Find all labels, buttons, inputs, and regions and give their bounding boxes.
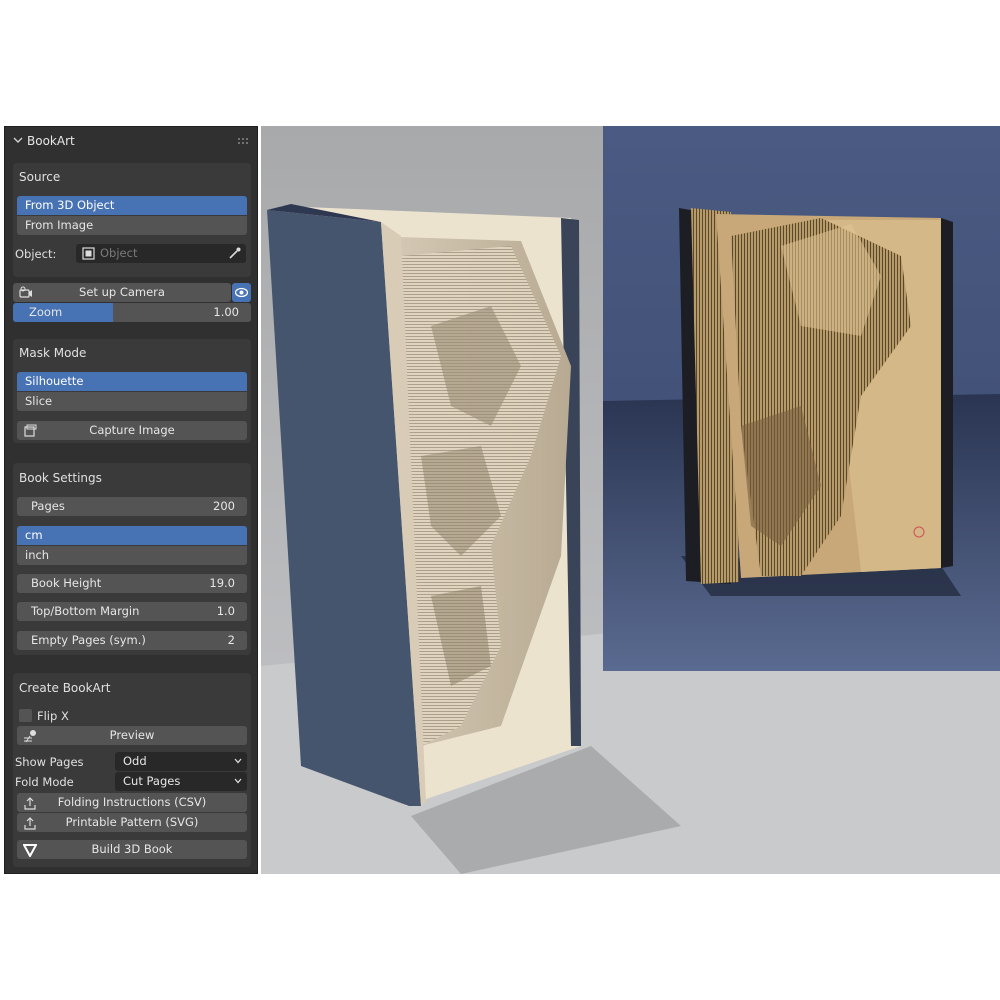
create-bookart-heading: Create BookArt xyxy=(19,681,111,695)
csv-label: Folding Instructions (CSV) xyxy=(57,795,207,809)
export-icon xyxy=(24,817,36,830)
capture-icon xyxy=(24,424,37,437)
drag-handle-icon[interactable] xyxy=(237,137,249,145)
capture-image-button[interactable]: Capture Image xyxy=(17,421,247,440)
setup-camera-button[interactable]: Set up Camera xyxy=(13,283,231,302)
book-sculpture-image xyxy=(261,126,1000,874)
build-3d-book-button[interactable]: Build 3D Book xyxy=(17,840,247,859)
empty-pages-field[interactable]: Empty Pages (sym.) 2 xyxy=(17,631,247,650)
object-placeholder: Object xyxy=(100,246,138,260)
object-field[interactable]: Object xyxy=(76,244,246,263)
mask-option-silhouette[interactable]: Silhouette xyxy=(17,372,247,391)
chevron-down-icon[interactable] xyxy=(13,135,23,145)
chevron-down-icon xyxy=(234,758,242,764)
preview-button[interactable]: Preview xyxy=(17,726,247,745)
book-height-value: 19.0 xyxy=(209,576,235,590)
empty-pages-label: Empty Pages (sym.) xyxy=(31,633,146,647)
zoom-fill xyxy=(13,303,113,322)
show-pages-dropdown[interactable]: Odd xyxy=(115,752,247,771)
bookart-photo xyxy=(261,126,1000,874)
camera-visibility-toggle[interactable] xyxy=(232,283,251,302)
mask-mode-box: Mask Mode Silhouette Slice Capture Image xyxy=(13,339,251,443)
object-box-icon xyxy=(82,247,95,260)
camera-icon xyxy=(19,286,32,298)
zoom-slider[interactable]: Zoom 1.00 xyxy=(13,303,251,322)
preview-icon xyxy=(24,730,36,743)
unit-option-inch[interactable]: inch xyxy=(17,546,247,565)
bookart-panel: BookArt Source From 3D Object From Image… xyxy=(4,126,258,874)
chevron-down-icon xyxy=(234,778,242,784)
fold-mode-label: Fold Mode xyxy=(15,775,74,789)
create-bookart-box: Create BookArt Flip X Preview Show Pages… xyxy=(13,673,251,867)
capture-image-label: Capture Image xyxy=(89,423,175,437)
object-label: Object: xyxy=(15,247,57,261)
option-label: cm xyxy=(25,528,43,542)
show-pages-label: Show Pages xyxy=(15,755,84,769)
show-pages-value: Odd xyxy=(123,754,147,768)
flip-x-label: Flip X xyxy=(37,709,69,723)
export-svg-button[interactable]: Printable Pattern (SVG) xyxy=(17,813,247,832)
book-settings-box: Book Settings Pages 200 cm inch Book Hei… xyxy=(13,463,251,655)
option-label: inch xyxy=(25,548,50,562)
flip-x-checkbox[interactable] xyxy=(19,709,32,722)
panel-header[interactable]: BookArt xyxy=(5,127,257,155)
export-csv-button[interactable]: Folding Instructions (CSV) xyxy=(17,793,247,812)
pages-value: 200 xyxy=(213,499,235,513)
book-settings-heading: Book Settings xyxy=(19,471,102,485)
source-box: Source From 3D Object From Image Object:… xyxy=(13,163,251,277)
eye-icon xyxy=(235,287,248,298)
option-label: Slice xyxy=(25,394,53,408)
panel-title: BookArt xyxy=(27,134,75,148)
preview-label: Preview xyxy=(109,728,155,742)
empty-pages-value: 2 xyxy=(227,633,235,647)
pages-label: Pages xyxy=(31,499,65,513)
zoom-value: 1.00 xyxy=(213,305,239,319)
margin-field[interactable]: Top/Bottom Margin 1.0 xyxy=(17,602,247,621)
source-heading: Source xyxy=(19,170,61,184)
source-option-image[interactable]: From Image xyxy=(17,216,247,235)
eyedropper-icon[interactable] xyxy=(228,246,242,260)
mask-option-slice[interactable]: Slice xyxy=(17,392,247,411)
svg-label: Printable Pattern (SVG) xyxy=(65,815,199,829)
pages-field[interactable]: Pages 200 xyxy=(17,497,247,516)
option-label: Silhouette xyxy=(25,374,84,388)
fold-mode-dropdown[interactable]: Cut Pages xyxy=(115,772,247,791)
book-height-field[interactable]: Book Height 19.0 xyxy=(17,574,247,593)
build-icon xyxy=(23,844,37,857)
margin-value: 1.0 xyxy=(216,604,235,618)
setup-camera-label: Set up Camera xyxy=(79,285,165,299)
option-label: From Image xyxy=(25,218,94,232)
build-3d-book-label: Build 3D Book xyxy=(91,842,173,856)
source-option-3d-object[interactable]: From 3D Object xyxy=(17,196,247,215)
fold-mode-value: Cut Pages xyxy=(123,774,181,788)
zoom-label: Zoom xyxy=(29,305,63,319)
option-label: From 3D Object xyxy=(25,198,115,212)
mask-mode-heading: Mask Mode xyxy=(19,346,87,360)
book-height-label: Book Height xyxy=(31,576,102,590)
unit-option-cm[interactable]: cm xyxy=(17,526,247,545)
export-icon xyxy=(24,797,36,810)
margin-label: Top/Bottom Margin xyxy=(31,604,140,618)
